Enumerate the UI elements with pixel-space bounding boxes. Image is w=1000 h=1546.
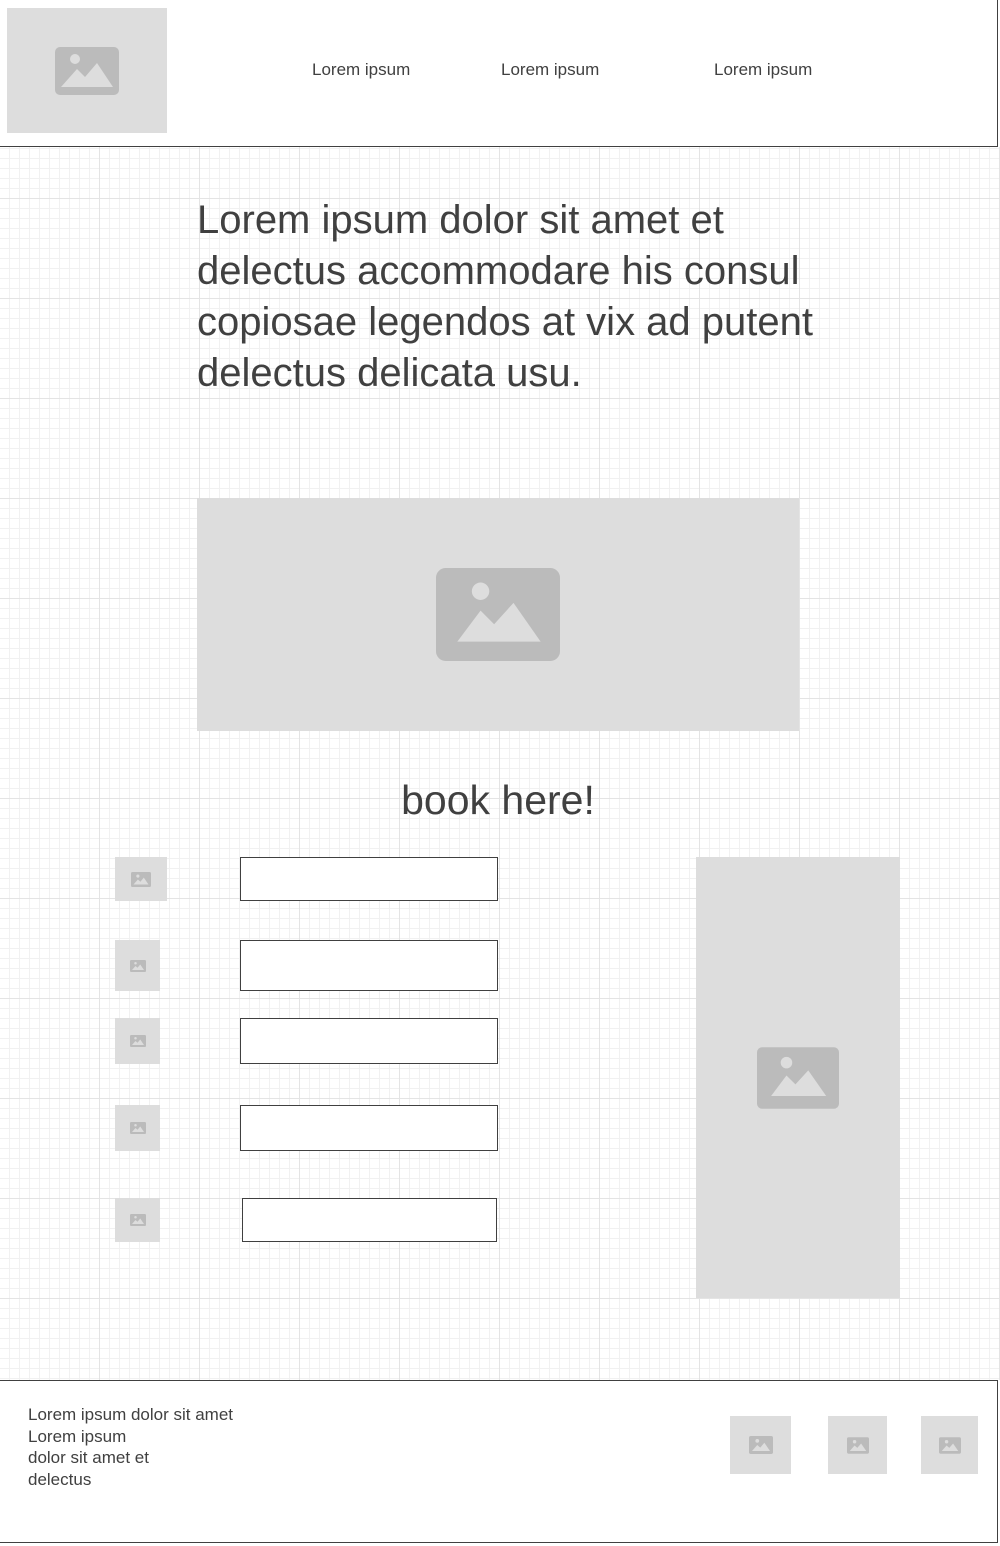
image-placeholder-icon	[129, 1122, 146, 1134]
booking-side-image	[696, 857, 900, 1298]
hero-image	[197, 498, 799, 731]
footer-social-image-2[interactable]	[828, 1416, 887, 1474]
booking-field-1[interactable]	[240, 857, 498, 901]
image-placeholder-icon	[846, 1436, 869, 1454]
footer-social-image-3[interactable]	[921, 1416, 978, 1474]
image-placeholder-icon	[131, 871, 151, 887]
nav-link-3[interactable]: Lorem ipsum	[714, 60, 812, 80]
booking-field-2[interactable]	[240, 940, 498, 991]
footer-social-image-1[interactable]	[730, 1416, 791, 1474]
image-placeholder-icon	[938, 1436, 961, 1454]
hero-text: Lorem ipsum dolor sit amet et delectus a…	[197, 198, 813, 395]
booking-field-5[interactable]	[242, 1198, 497, 1242]
field-icon-2	[115, 940, 160, 991]
header: Lorem ipsum Lorem ipsum Lorem ipsum	[0, 0, 998, 147]
logo-image[interactable]	[7, 8, 167, 133]
nav-link-2[interactable]: Lorem ipsum	[501, 60, 599, 80]
booking-field-3[interactable]	[240, 1018, 498, 1064]
field-icon-3	[115, 1018, 160, 1064]
nav-link-1[interactable]: Lorem ipsum	[312, 60, 410, 80]
field-icon-5	[115, 1198, 160, 1242]
field-icon-1	[115, 857, 167, 901]
field-icon-4	[115, 1105, 160, 1151]
image-placeholder-icon	[129, 1214, 146, 1226]
image-placeholder-icon	[748, 1436, 773, 1454]
footer-line-2: Lorem ipsum	[28, 1426, 127, 1446]
image-placeholder-icon	[129, 959, 146, 972]
image-placeholder-icon	[436, 568, 560, 661]
image-placeholder-icon	[129, 1035, 146, 1047]
footer-line-1: Lorem ipsum dolor sit amet	[28, 1405, 234, 1424]
booking-field-4[interactable]	[240, 1105, 498, 1151]
image-placeholder-icon	[757, 1046, 839, 1109]
footer-text: Lorem ipsum dolor sit amet Lorem ipsum d…	[28, 1404, 328, 1490]
image-placeholder-icon	[55, 46, 119, 95]
booking-title: book here!	[401, 777, 595, 823]
footer-line-4: delectus	[28, 1469, 92, 1489]
footer-line-3: dolor sit amet et	[28, 1448, 149, 1467]
